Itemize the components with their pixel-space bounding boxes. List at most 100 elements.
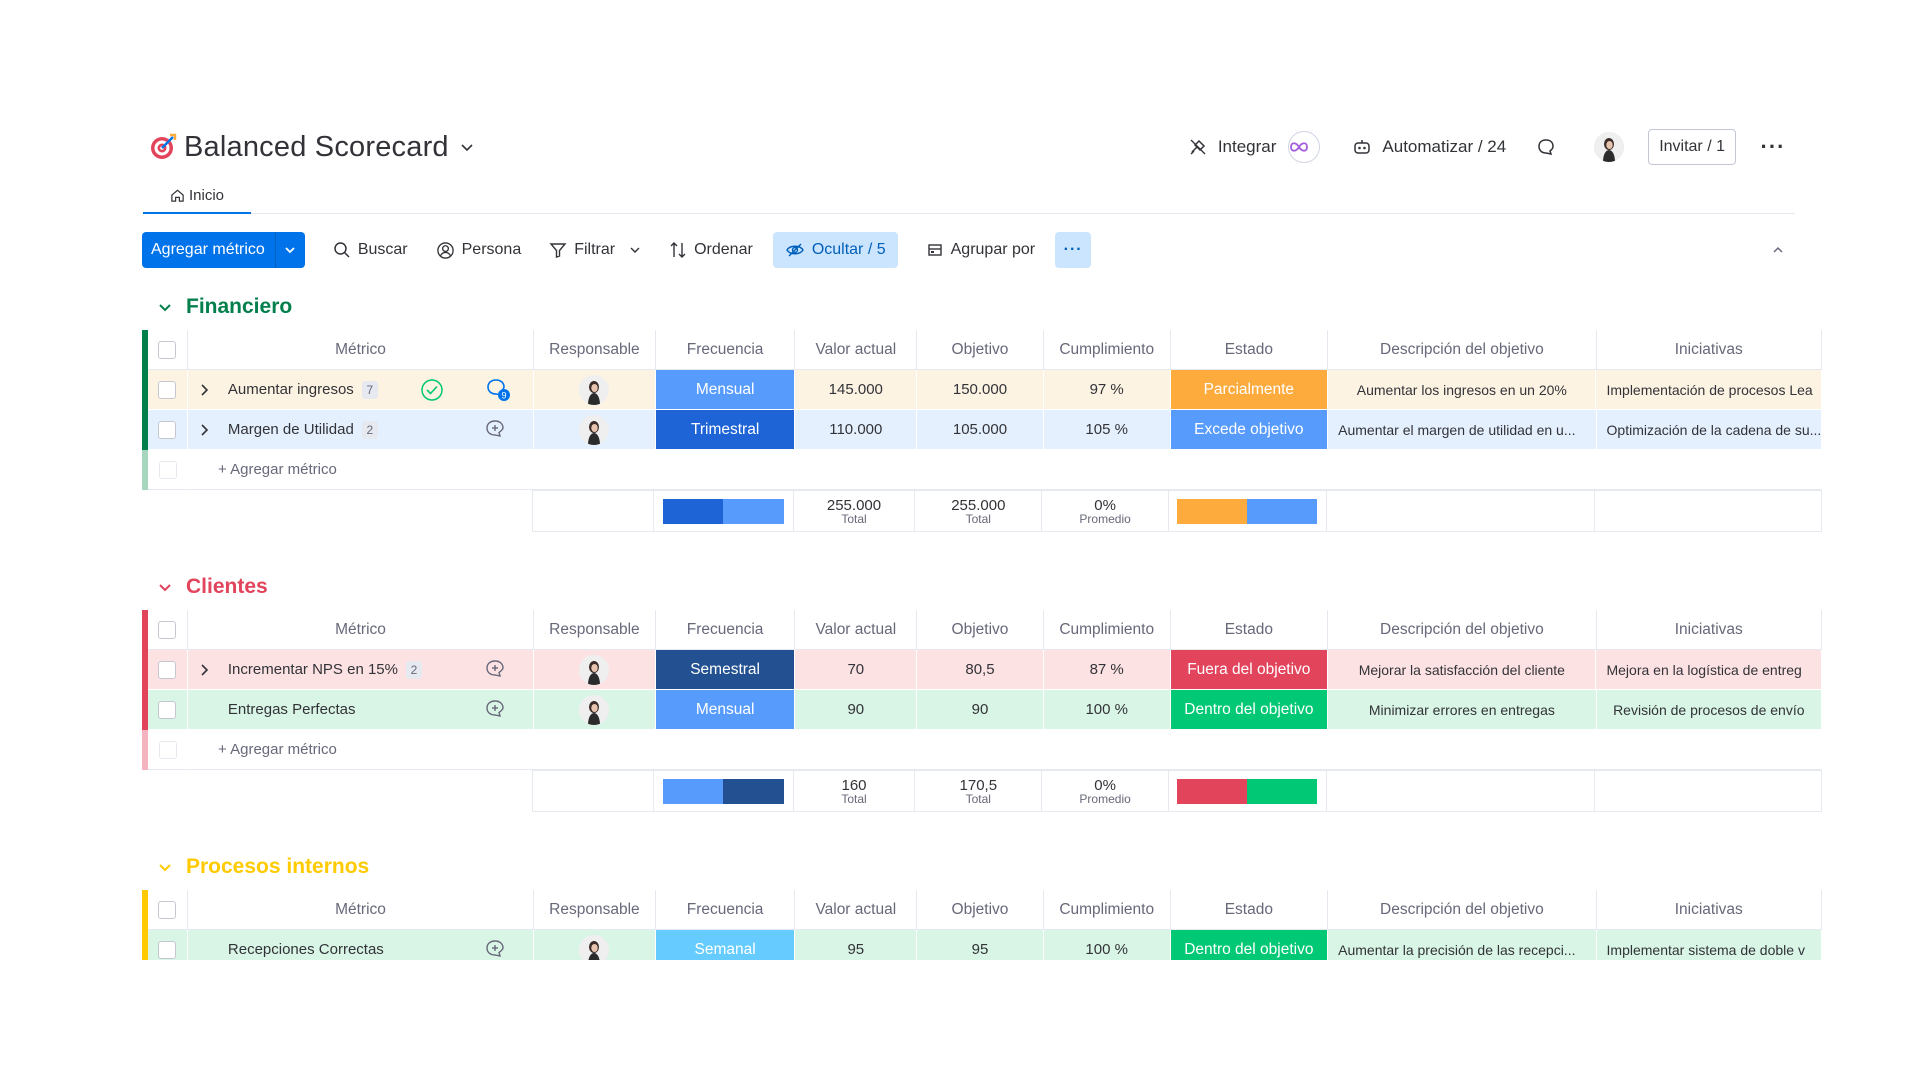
target-cell[interactable]: 150.000 [917,370,1044,410]
compliance-cell[interactable]: 100 % [1043,690,1171,730]
table-row[interactable]: Entregas Perfectas Mensual 90 90 100 % D… [142,690,1823,730]
check-circle-icon[interactable] [420,378,444,402]
status-cell[interactable]: Parcialmente [1170,370,1329,410]
current-value-cell[interactable]: 90 [795,690,918,730]
column-header-compliance[interactable]: Cumplimiento [1043,890,1171,930]
metric-cell[interactable]: Margen de Utilidad 2 [187,410,535,450]
column-header-metric[interactable]: Métrico [187,890,535,930]
expand-subitems-icon[interactable] [200,383,222,396]
sort-button[interactable]: Ordenar [669,232,753,268]
frequency-cell[interactable]: Semanal [655,930,796,960]
expand-subitems-icon[interactable] [200,663,222,676]
row-checkbox[interactable] [158,700,177,719]
column-header-target[interactable]: Objetivo [917,890,1044,930]
frequency-cell[interactable]: Semestral [655,650,796,690]
column-header-initiatives[interactable]: Iniciativas [1596,610,1822,650]
select-all-checkbox[interactable] [158,900,177,919]
select-all-checkbox[interactable] [158,340,177,359]
search-button[interactable]: Buscar [333,232,408,268]
status-distribution-bar[interactable] [1177,778,1318,804]
row-select-cell[interactable] [147,410,188,450]
add-metric-input[interactable]: + Agregar métrico [188,730,1822,770]
metric-cell[interactable]: Recepciones Correctas [187,930,535,961]
column-header-target[interactable]: Objetivo [917,330,1044,370]
target-cell[interactable]: 95 [917,930,1044,960]
select-all-cell[interactable] [147,330,188,370]
group-by-button[interactable]: Agrupar por [926,232,1035,268]
chevron-down-icon[interactable] [459,139,475,155]
status-cell[interactable]: Dentro del objetivo [1170,930,1329,960]
responsible-cell[interactable] [534,410,656,450]
group-title[interactable]: Procesos internos [158,852,369,882]
row-checkbox[interactable] [158,940,177,959]
compliance-cell[interactable]: 87 % [1043,650,1171,690]
row-checkbox[interactable] [158,380,177,399]
metric-name[interactable]: Margen de Utilidad [228,421,354,438]
initiatives-cell[interactable]: Revisión de procesos de envío [1596,690,1823,730]
description-cell[interactable]: Minimizar errores en entregas [1328,690,1597,730]
subitems-count[interactable]: 2 [361,420,378,439]
column-header-current[interactable]: Valor actual [795,890,918,930]
initiatives-cell[interactable]: Implementación de procesos Lea [1596,370,1822,410]
add-metric-label[interactable]: Agregar métrico [142,232,275,268]
frequency-cell[interactable]: Trimestral [655,410,796,450]
description-cell[interactable]: Aumentar el margen de utilidad en u... [1328,410,1597,450]
summary-status[interactable] [1169,491,1327,531]
column-header-status[interactable]: Estado [1170,610,1329,650]
column-header-initiatives[interactable]: Iniciativas [1596,890,1822,930]
frequency-distribution-bar[interactable] [662,498,784,524]
person-avatar[interactable] [579,654,610,685]
status-distribution-bar[interactable] [1177,498,1318,524]
frequency-cell[interactable]: Mensual [655,370,796,410]
column-header-status[interactable]: Estado [1170,330,1329,370]
metric-cell[interactable]: Aumentar ingresos 7 9 [187,370,535,410]
table-row[interactable]: Aumentar ingresos 7 9 Mensual 145.000 15… [142,370,1822,410]
subitems-count[interactable]: 7 [361,380,378,399]
status-cell[interactable]: Fuera del objetivo [1170,650,1329,690]
tab-inicio[interactable]: Inicio [143,178,251,214]
column-header-metric[interactable]: Métrico [187,610,535,650]
metric-name[interactable]: Incrementar NPS en 15% [228,661,398,678]
add-update-icon[interactable] [484,698,508,722]
row-select-cell[interactable] [147,370,188,410]
updates-icon[interactable]: 9 [484,377,512,403]
row-select-cell[interactable] [147,930,188,960]
description-cell[interactable]: Aumentar los ingresos en un 20% [1328,370,1597,410]
person-avatar[interactable] [579,694,610,725]
group-title[interactable]: Financiero [158,292,292,322]
chevron-down-icon[interactable] [158,860,172,874]
expand-subitems-icon[interactable] [200,423,222,436]
column-header-frequency[interactable]: Frecuencia [655,890,796,930]
initiatives-cell[interactable]: Implementar sistema de doble v [1596,930,1822,960]
chevron-down-icon[interactable] [629,244,641,256]
table-row[interactable]: Margen de Utilidad 2 Trimestral 110.000 … [142,410,1822,450]
integrate-button[interactable]: Integrar [1188,131,1321,163]
metric-cell[interactable]: Entregas Perfectas [187,690,535,730]
row-checkbox[interactable] [158,420,177,439]
responsible-cell[interactable] [534,690,656,730]
target-cell[interactable]: 90 [917,690,1044,730]
more-toolbar-icon[interactable]: ··· [1055,232,1092,268]
hide-columns-button[interactable]: Ocultar / 5 [772,232,898,268]
person-avatar[interactable] [579,934,610,960]
summary-status[interactable] [1169,771,1327,811]
status-cell[interactable]: Excede objetivo [1170,410,1329,450]
description-cell[interactable]: Aumentar la precisión de las recepci... [1328,930,1597,960]
column-header-responsible[interactable]: Responsable [534,610,656,650]
column-header-description[interactable]: Descripción del objetivo [1328,330,1597,370]
current-value-cell[interactable]: 110.000 [795,410,918,450]
board-title[interactable]: Balanced Scorecard [184,131,449,164]
current-value-cell[interactable]: 70 [795,650,918,690]
description-cell[interactable]: Mejorar la satisfacción del cliente [1328,650,1597,690]
initiatives-cell[interactable]: Mejora en la logística de entreg [1596,650,1822,690]
add-update-icon[interactable] [484,938,508,961]
row-select-cell[interactable] [147,690,188,730]
responsible-cell[interactable] [534,370,656,410]
invite-button[interactable]: Invitar / 1 [1648,129,1736,165]
collapse-toolbar-button[interactable] [1766,238,1790,262]
metric-name[interactable]: Entregas Perfectas [228,701,356,718]
column-header-target[interactable]: Objetivo [917,610,1044,650]
status-cell[interactable]: Dentro del objetivo [1170,690,1329,730]
target-cell[interactable]: 105.000 [917,410,1044,450]
table-row[interactable]: Incrementar NPS en 15% 2 Semestral 70 80… [142,650,1822,690]
